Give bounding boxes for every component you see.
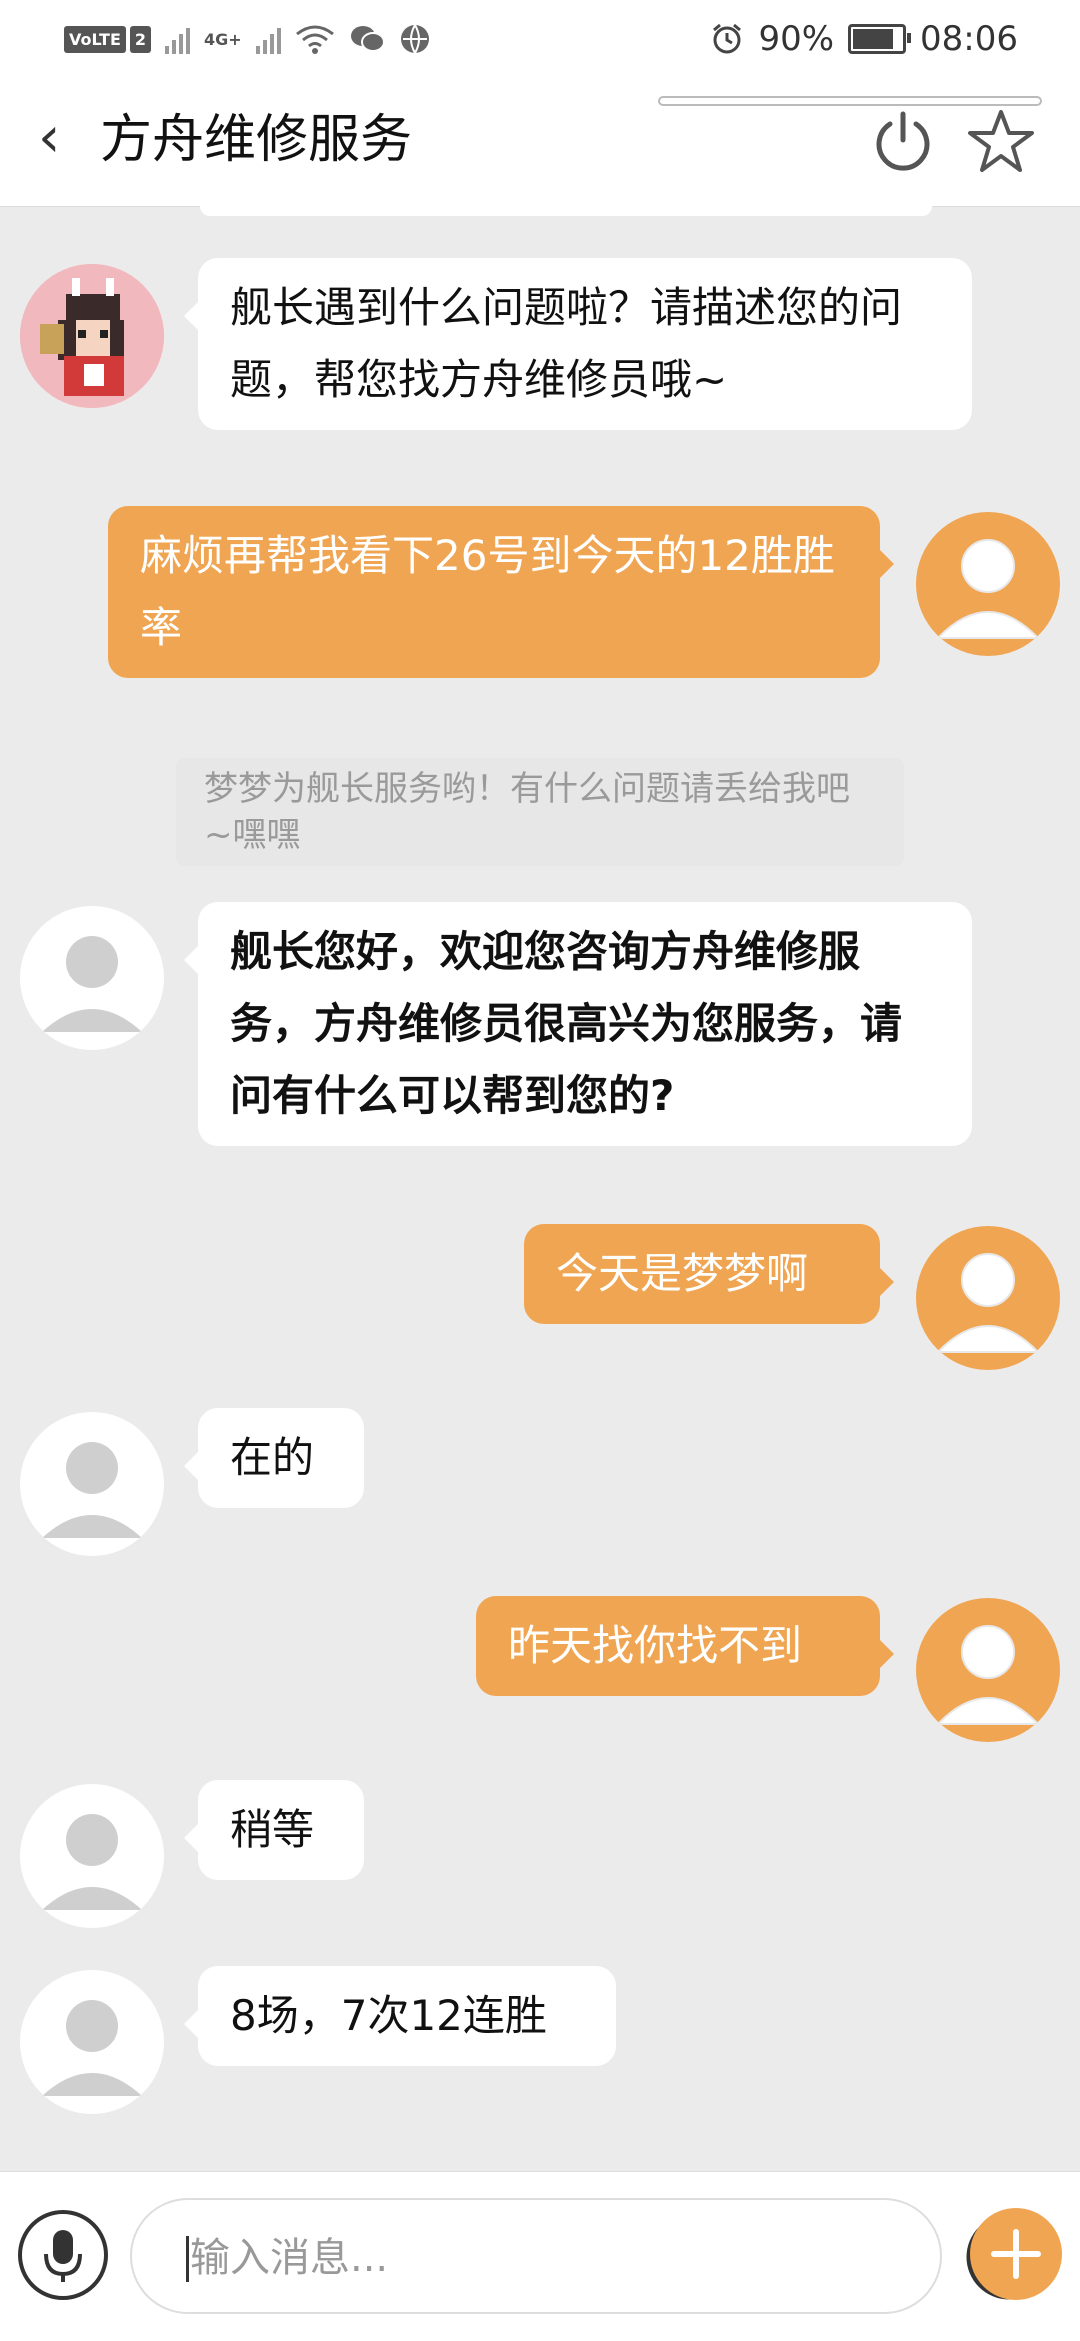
text-caret [186, 2236, 189, 2282]
message-bubble-incoming[interactable]: 在的 [184, 1408, 364, 1508]
battery-percent: 90% [758, 19, 835, 59]
alarm-icon [713, 23, 742, 54]
loading-progress-bar [658, 96, 1042, 106]
chat-header: ‹ 方舟维修服务 [0, 78, 1080, 207]
signal-icon [165, 24, 191, 54]
globe-icon [400, 24, 429, 54]
agent-avatar[interactable] [20, 1970, 164, 2114]
chat-messages[interactable]: 舰长遇到什么问题啦？请描述您的问题，帮您找方舟维修员哦~ 麻烦再帮我看下26号到… [0, 206, 1080, 2171]
pixel-character-avatar[interactable] [20, 264, 164, 408]
agent-avatar[interactable] [20, 906, 164, 1050]
page-title: 方舟维修服务 [100, 110, 413, 170]
agent-avatar[interactable] [20, 1784, 164, 1928]
more-options-button[interactable] [970, 2208, 1062, 2300]
clock: 08:06 [920, 19, 1018, 59]
status-bar: VoLTE 2 4G+ 90% 08:06 [0, 0, 1080, 78]
system-notice: 梦梦为舰长服务哟！有什么问题请丢给我吧~嘿嘿 [176, 758, 904, 866]
wechat-icon [350, 26, 385, 52]
message-bubble-incoming[interactable]: 舰长遇到什么问题啦？请描述您的问题，帮您找方舟维修员哦~ [184, 258, 972, 430]
volte-icon: VoLTE 2 [64, 25, 152, 53]
message-input[interactable]: 输入消息... [130, 2198, 1052, 2314]
volte-label: VoLTE [64, 25, 126, 53]
previous-message-edge [200, 206, 932, 216]
user-avatar[interactable] [916, 512, 1060, 656]
user-avatar[interactable] [916, 1226, 1060, 1370]
message-input-placeholder: 输入消息... [190, 2235, 389, 2281]
message-bubble-outgoing[interactable]: 今天是梦梦啊 [524, 1224, 894, 1324]
plus-icon [991, 2229, 1041, 2279]
battery-icon [848, 24, 912, 54]
status-left: VoLTE 2 4G+ [64, 23, 431, 55]
message-bubble-outgoing[interactable]: 昨天找你找不到 [476, 1596, 894, 1696]
message-bubble-outgoing[interactable]: 麻烦再帮我看下26号到今天的12胜胜率 [108, 506, 894, 678]
user-avatar[interactable] [916, 1598, 1060, 1742]
voice-input-button[interactable] [18, 2210, 108, 2300]
agent-avatar[interactable] [20, 1412, 164, 1556]
power-icon[interactable] [870, 108, 936, 174]
message-bubble-incoming[interactable]: 稍等 [184, 1780, 364, 1880]
wifi-icon [295, 25, 334, 54]
microphone-icon [44, 2230, 82, 2282]
network-type: 4G+ [204, 29, 242, 49]
signal-icon [255, 24, 281, 54]
back-icon[interactable]: ‹ [38, 108, 78, 168]
message-bubble-incoming[interactable]: 8场，7次12连胜 [184, 1966, 616, 2066]
sim-number: 2 [129, 25, 152, 53]
input-bar: 输入消息... [0, 2171, 1080, 2341]
star-icon[interactable] [966, 108, 1036, 174]
status-right: 90% 08:06 [710, 19, 1018, 59]
message-bubble-incoming[interactable]: 舰长您好，欢迎您咨询方舟维修服务，方舟维修员很高兴为您服务，请问有什么可以帮到您… [184, 902, 972, 1146]
